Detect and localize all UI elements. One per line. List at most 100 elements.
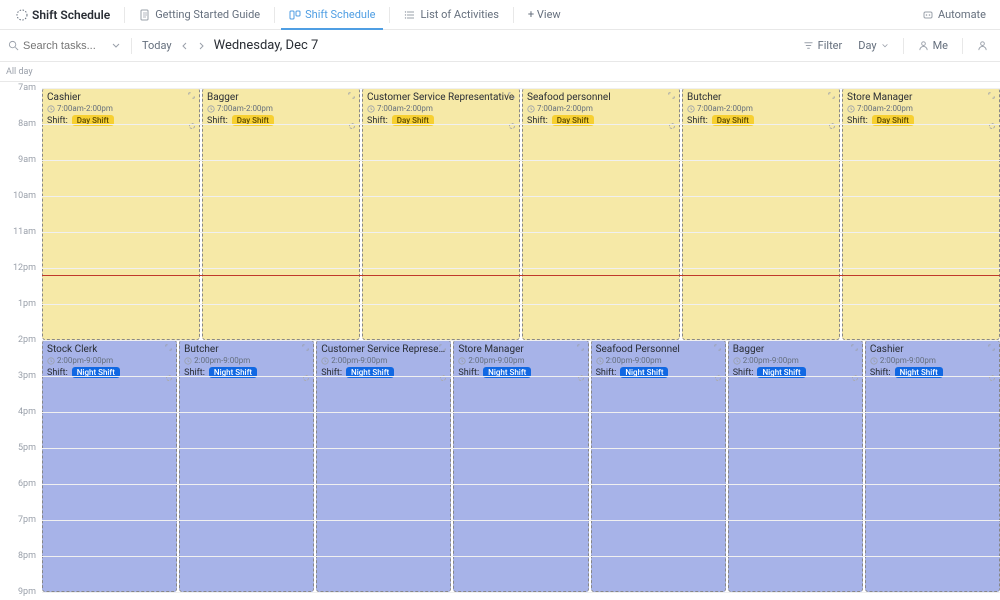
day-view-button[interactable]: Day: [854, 37, 892, 54]
filter-button[interactable]: Filter: [799, 37, 847, 54]
now-indicator: [42, 275, 1000, 276]
hour-label: 4pm: [18, 407, 36, 417]
expand-icon[interactable]: [987, 91, 997, 101]
tab-shift-schedule[interactable]: Shift Schedule: [281, 4, 383, 25]
event-card[interactable]: Bagger2:00pm-9:00pmShift:Night Shift: [728, 340, 863, 592]
divider: [903, 38, 904, 54]
expand-icon[interactable]: [667, 91, 677, 101]
assignee-icon-button[interactable]: [973, 38, 992, 53]
event-title: Bagger: [733, 344, 858, 355]
hour-line: [42, 340, 1000, 341]
board-icon: [289, 9, 301, 21]
event-card[interactable]: Seafood Personnel2:00pm-9:00pmShift:Nigh…: [591, 340, 726, 592]
event-time: 2:00pm-9:00pm: [47, 356, 172, 365]
hour-label: 9am: [18, 155, 36, 165]
event-time: 7:00am-2:00pm: [847, 104, 995, 113]
hour-label: 9pm: [18, 587, 36, 597]
tab-list-activities[interactable]: List of Activities: [396, 4, 506, 25]
hour-line: [42, 160, 1000, 161]
event-card[interactable]: Cashier2:00pm-9:00pmShift:Night Shift: [865, 340, 1000, 592]
divider: [389, 7, 390, 23]
tab-getting-started[interactable]: Getting Started Guide: [131, 4, 268, 25]
event-card[interactable]: Cashier7:00am-2:00pmShift:Day Shift: [42, 88, 200, 340]
date-nav: [180, 41, 206, 51]
me-filter-button[interactable]: Me: [914, 37, 952, 54]
hour-line: [42, 196, 1000, 197]
hour-label: 1pm: [18, 299, 36, 309]
event-card[interactable]: Stock Clerk2:00pm-9:00pmShift:Night Shif…: [42, 340, 177, 592]
event-title: Customer Service Representative: [321, 344, 446, 355]
event-title: Butcher: [184, 344, 309, 355]
automate-label: Automate: [938, 8, 986, 21]
hour-label: 12pm: [13, 263, 36, 273]
event-time: 2:00pm-9:00pm: [596, 356, 721, 365]
hour-line: [42, 232, 1000, 233]
hour-label: 8am: [18, 119, 36, 129]
next-arrow-icon[interactable]: [196, 41, 206, 51]
chevron-down-icon[interactable]: [111, 41, 121, 51]
divider: [124, 7, 125, 23]
add-view-label: + View: [528, 8, 561, 21]
robot-icon: [922, 9, 934, 21]
current-date: Wednesday, Dec 7: [214, 38, 319, 53]
event-card[interactable]: Bagger7:00am-2:00pmShift:Day Shift: [202, 88, 360, 340]
event-card[interactable]: Store Manager7:00am-2:00pmShift:Day Shif…: [842, 88, 1000, 340]
prev-arrow-icon[interactable]: [180, 41, 190, 51]
hour-line: [42, 268, 1000, 269]
event-time: 7:00am-2:00pm: [687, 104, 835, 113]
search-input[interactable]: [23, 40, 103, 52]
expand-icon[interactable]: [301, 343, 311, 353]
event-card[interactable]: Customer Service Representative2:00pm-9:…: [316, 340, 451, 592]
filter-icon: [803, 40, 814, 51]
divider: [962, 38, 963, 54]
expand-icon[interactable]: [827, 91, 837, 101]
hour-label: 11am: [13, 227, 36, 237]
hour-line: [42, 484, 1000, 485]
expand-icon[interactable]: [187, 91, 197, 101]
today-button[interactable]: Today: [142, 39, 172, 52]
event-time: 2:00pm-9:00pm: [733, 356, 858, 365]
settings-icon: [16, 9, 28, 21]
event-title: Stock Clerk: [47, 344, 172, 355]
search-input-wrap[interactable]: [8, 40, 103, 52]
event-time: 2:00pm-9:00pm: [184, 356, 309, 365]
event-card[interactable]: Butcher2:00pm-9:00pmShift:Night Shift: [179, 340, 314, 592]
event-title: Bagger: [207, 92, 355, 103]
allday-label: All day: [6, 67, 33, 77]
event-card[interactable]: Store Manager2:00pm-9:00pmShift:Night Sh…: [453, 340, 588, 592]
automate-button[interactable]: Automate: [916, 4, 992, 25]
day-label: Day: [858, 39, 876, 52]
expand-icon[interactable]: [576, 343, 586, 353]
event-card[interactable]: Customer Service Representative7:00am-2:…: [362, 88, 520, 340]
expand-icon[interactable]: [438, 343, 448, 353]
hour-line: [42, 304, 1000, 305]
expand-icon[interactable]: [347, 91, 357, 101]
divider: [131, 38, 132, 54]
night-shift-row: Stock Clerk2:00pm-9:00pmShift:Night Shif…: [42, 340, 1000, 592]
event-card[interactable]: Butcher7:00am-2:00pmShift:Day Shift: [682, 88, 840, 340]
event-time: 7:00am-2:00pm: [207, 104, 355, 113]
event-title: Store Manager: [847, 92, 995, 103]
expand-icon[interactable]: [164, 343, 174, 353]
event-time: 7:00am-2:00pm: [527, 104, 675, 113]
hour-label: 2pm: [18, 335, 36, 345]
calendar-grid: 7am8am9am10am11am12pm1pm2pm3pm4pm5pm6pm7…: [0, 82, 1000, 600]
event-card[interactable]: Seafood personnel7:00am-2:00pmShift:Day …: [522, 88, 680, 340]
event-time: 2:00pm-9:00pm: [321, 356, 446, 365]
hour-line: [42, 88, 1000, 89]
hour-line: [42, 556, 1000, 557]
grid-area[interactable]: Cashier7:00am-2:00pmShift:Day ShiftBagge…: [42, 82, 1000, 600]
hour-label: 3pm: [18, 371, 36, 381]
event-title: Customer Service Representative: [367, 92, 515, 103]
page-title: Shift Schedule: [32, 8, 110, 22]
add-view-button[interactable]: + View: [520, 4, 569, 25]
hour-line: [42, 412, 1000, 413]
expand-icon[interactable]: [713, 343, 723, 353]
hour-line: [42, 448, 1000, 449]
me-label: Me: [933, 39, 948, 52]
expand-icon[interactable]: [987, 343, 997, 353]
expand-icon[interactable]: [850, 343, 860, 353]
toolbar: Today Wednesday, Dec 7 Filter Day Me: [0, 30, 1000, 62]
event-time: 2:00pm-9:00pm: [870, 356, 995, 365]
expand-icon[interactable]: [507, 91, 517, 101]
